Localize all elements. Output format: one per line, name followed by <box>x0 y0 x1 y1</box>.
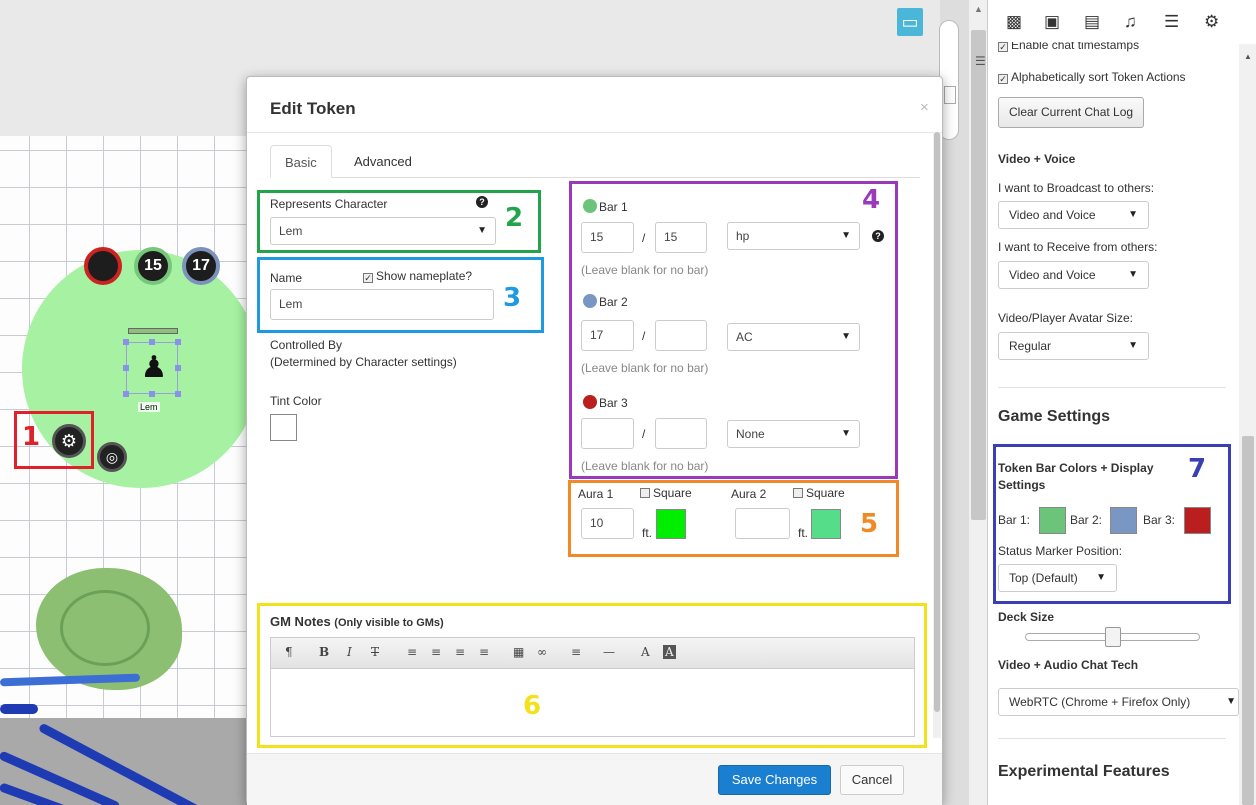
controlled-by-label: Controlled By <box>270 338 343 352</box>
annotation-number-3: 3 <box>503 283 522 313</box>
broadcast-label: I want to Broadcast to others: <box>998 181 1155 195</box>
layers-icon[interactable]: ☰ <box>975 54 986 68</box>
avatar-size-select[interactable]: Regular ▼ <box>998 332 1149 360</box>
settings-gear-icon[interactable]: ⚙ <box>1204 12 1219 32</box>
token-health-bar <box>128 328 178 334</box>
chevron-down-icon: ▼ <box>1128 340 1138 351</box>
receive-label: I want to Receive from others: <box>998 240 1158 254</box>
canvas-scrollbar[interactable]: ▲ <box>968 0 987 805</box>
token-bar3-bubble[interactable] <box>84 247 122 285</box>
checkbox-icon[interactable]: ✓ <box>998 42 1008 52</box>
tint-color-label: Tint Color <box>270 394 322 408</box>
enable-timestamps-checkbox[interactable]: ✓ Enable chat timestamps <box>998 42 1139 52</box>
sidebar-scrollbar-thumb[interactable] <box>1242 436 1254 805</box>
annotation-number-5: 5 <box>860 509 879 539</box>
token-view-icon[interactable]: ◎ <box>97 442 127 472</box>
annotation-number-4: 4 <box>862 185 881 215</box>
broadcast-value: Video and Voice <box>1009 208 1096 222</box>
av-tech-heading: Video + Audio Chat Tech <box>998 658 1139 672</box>
dialog-divider <box>247 132 942 133</box>
journal-tab-icon[interactable]: ▤ <box>1084 12 1100 32</box>
receive-value: Video and Voice <box>1009 268 1096 282</box>
checkbox-icon[interactable]: ✓ <box>998 74 1008 84</box>
video-voice-heading: Video + Voice <box>998 152 1076 166</box>
dialog-tabs: Basic Advanced <box>270 145 920 178</box>
annotation-number-7: 7 <box>1188 454 1207 484</box>
av-tech-value: WebRTC (Chrome + Firefox Only) <box>1009 695 1191 709</box>
tab-advanced[interactable]: Advanced <box>340 145 426 178</box>
sort-token-actions-label: Alphabetically sort Token Actions <box>1011 70 1186 84</box>
annotation-box-2 <box>257 190 541 253</box>
sidebar-scrollbar[interactable]: ▲ <box>1239 44 1256 805</box>
annotation-box-4 <box>569 181 898 479</box>
cancel-button[interactable]: Cancel <box>840 765 904 795</box>
settings-sidebar: ▩ ▣ ▤ ♫ ☰ ⚙ ✓ Enable chat timestamps ✓ Alp… <box>987 0 1256 805</box>
annotation-box-3 <box>257 257 544 333</box>
page-toolbar-icon[interactable]: ▭ <box>897 8 923 36</box>
scroll-up-icon[interactable]: ▲ <box>974 4 983 14</box>
sidebar-divider <box>998 387 1226 388</box>
clear-chat-log-button[interactable]: Clear Current Chat Log <box>998 97 1145 128</box>
avatar-size-label: Video/Player Avatar Size: <box>998 311 1133 325</box>
compendium-tab-icon[interactable]: ☰ <box>1164 12 1179 32</box>
experimental-features-heading: Experimental Features <box>998 763 1170 780</box>
close-icon[interactable]: × <box>920 99 929 116</box>
deck-size-heading: Deck Size <box>998 610 1055 624</box>
annotation-number-2: 2 <box>505 203 524 233</box>
chevron-down-icon: ▼ <box>1226 696 1236 707</box>
game-settings-heading: Game Settings <box>998 408 1111 425</box>
avatar-size-value: Regular <box>1009 339 1052 353</box>
annotation-number-1: 1 <box>22 422 41 452</box>
annotation-number-6: 6 <box>523 691 542 721</box>
annotation-box-5 <box>568 480 899 557</box>
token-nameplate: Lem <box>138 402 160 412</box>
dialog-scrollbar-thumb[interactable] <box>934 132 940 712</box>
tint-color-swatch[interactable] <box>270 414 297 441</box>
sidebar-tabs: ▩ ▣ ▤ ♫ ☰ ⚙ <box>988 0 1256 44</box>
tab-basic[interactable]: Basic <box>270 145 332 178</box>
chevron-down-icon: ▼ <box>1128 269 1138 280</box>
token-bar2-bubble[interactable]: 17 <box>182 247 220 285</box>
edit-token-dialog: Edit Token × Basic Advanced Represents C… <box>246 76 943 805</box>
controlled-by-note: (Determined by Character settings) <box>270 355 457 369</box>
map-drawing-bush-swirl <box>60 590 150 666</box>
sidebar-divider <box>998 738 1226 739</box>
zoom-slider-knob[interactable] <box>944 86 956 104</box>
annotation-box-6 <box>257 603 927 748</box>
canvas-scrollbar-thumb[interactable] <box>971 30 986 520</box>
receive-select[interactable]: Video and Voice ▼ <box>998 261 1149 289</box>
dialog-scrollbar[interactable] <box>933 132 941 738</box>
broadcast-select[interactable]: Video and Voice ▼ <box>998 201 1149 229</box>
art-library-tab-icon[interactable]: ▣ <box>1044 12 1060 32</box>
scroll-up-icon[interactable]: ▲ <box>1244 52 1252 61</box>
token-image[interactable]: ♟ <box>134 344 174 392</box>
jukebox-tab-icon[interactable]: ♫ <box>1124 12 1137 32</box>
map-drawing-stroke <box>0 704 38 714</box>
dialog-title: Edit Token <box>270 99 356 118</box>
deck-size-slider-knob[interactable] <box>1105 627 1121 647</box>
chat-tab-icon[interactable]: ▩ <box>1006 12 1022 32</box>
token-bar1-bubble[interactable]: 15 <box>134 247 172 285</box>
dialog-footer: Save Changes Cancel <box>247 753 942 805</box>
chevron-down-icon: ▼ <box>1128 209 1138 220</box>
sort-token-actions-checkbox[interactable]: ✓ Alphabetically sort Token Actions <box>998 70 1186 84</box>
enable-timestamps-label: Enable chat timestamps <box>1011 42 1140 52</box>
save-changes-button[interactable]: Save Changes <box>718 765 831 795</box>
av-tech-select[interactable]: WebRTC (Chrome + Firefox Only) ▼ <box>998 688 1239 716</box>
